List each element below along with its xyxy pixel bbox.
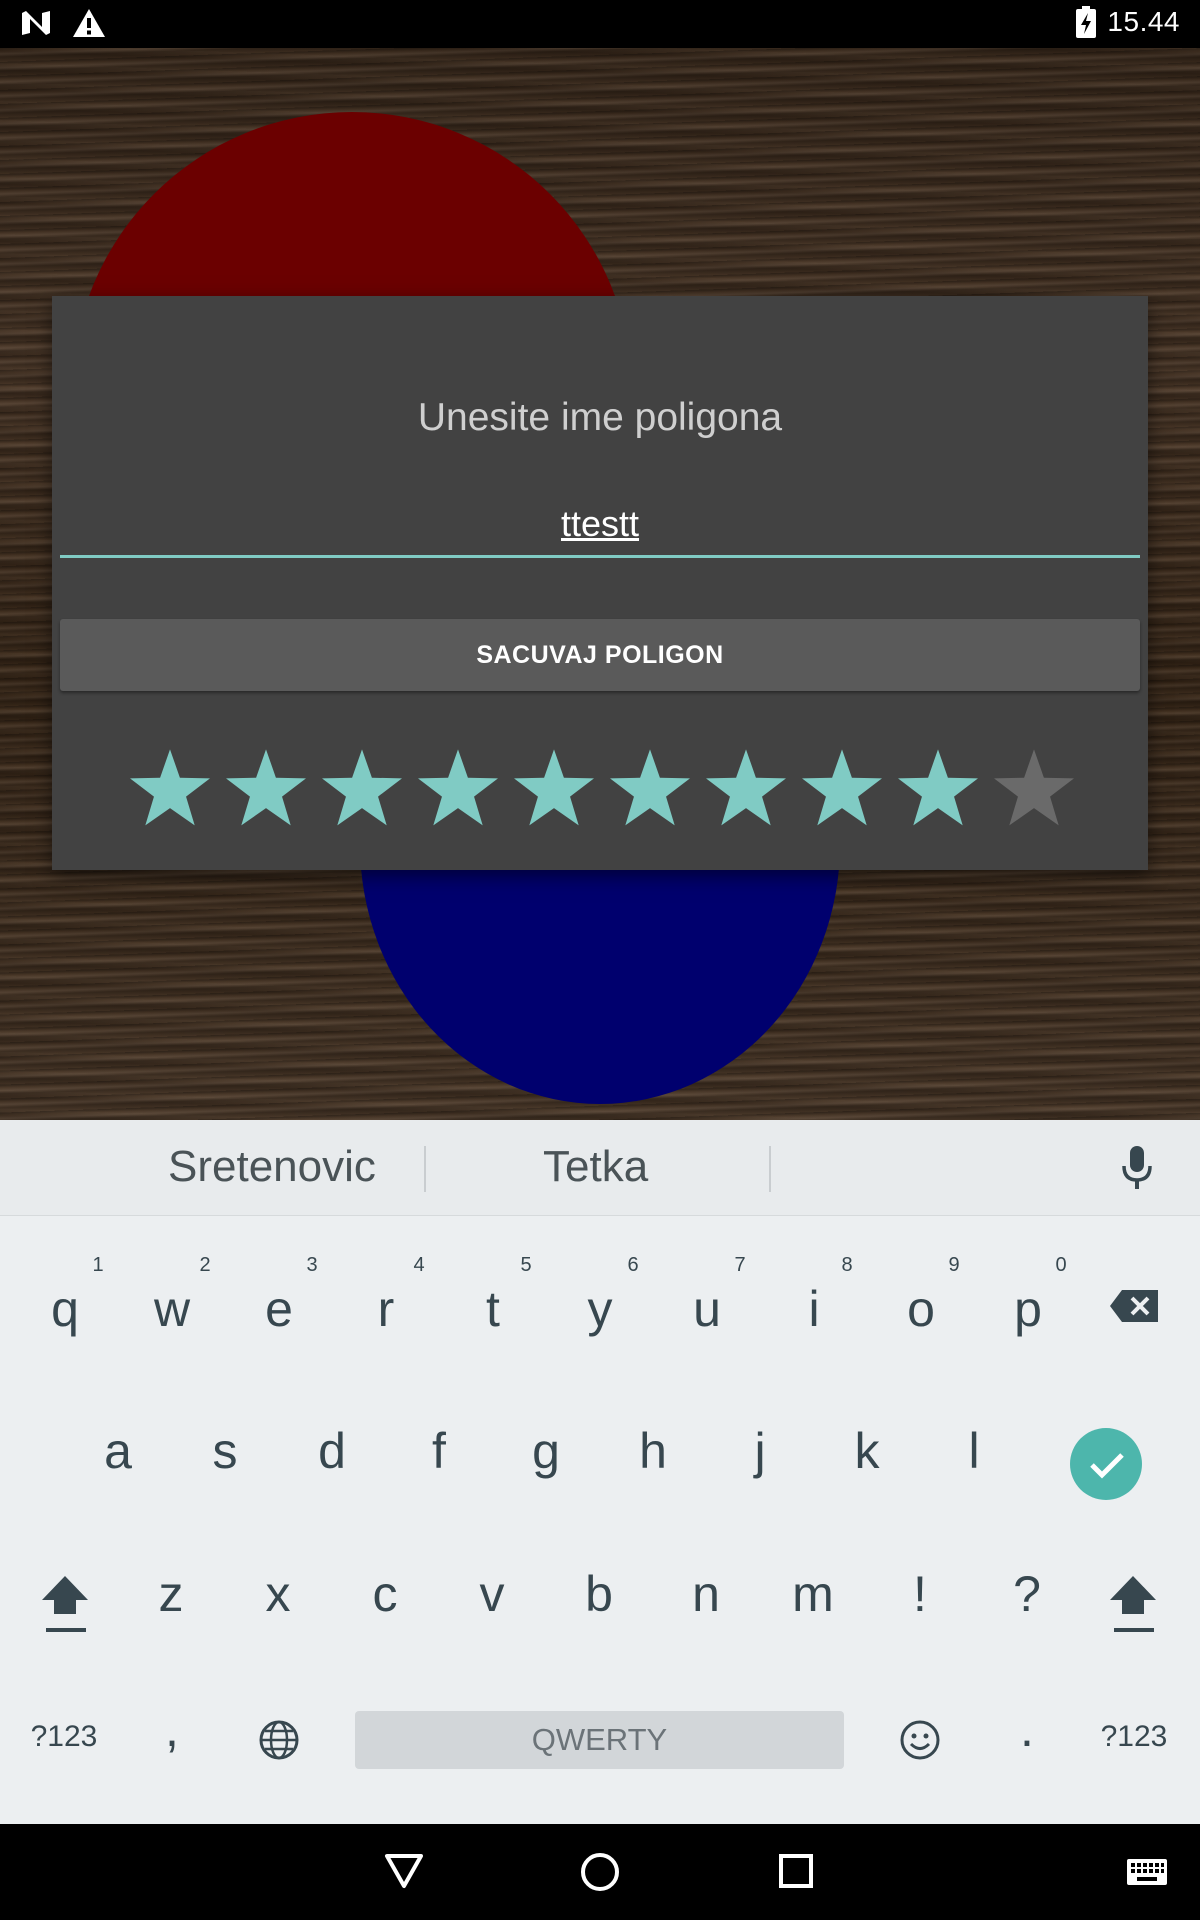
back-icon[interactable] [384,1850,424,1890]
space-bar[interactable]: QWERTY [355,1711,844,1769]
canvas-background[interactable]: Unesite ime poligona SACUVAJ POLIGON [0,48,1200,1120]
suggestion-divider [769,1146,771,1192]
rating-star-icon[interactable] [992,746,1076,830]
status-time: 15.44 [1107,6,1180,37]
shift-right-icon[interactable] [1108,1574,1158,1634]
polygon-name-dialog: Unesite ime poligona SACUVAJ POLIGON [52,296,1148,870]
globe-icon[interactable] [258,1719,300,1761]
suggestion-divider [424,1146,426,1192]
key-t[interactable]: t [453,1280,533,1338]
suggestion-strip: Sretenovic Tetka [0,1120,1200,1216]
key-m[interactable]: m [773,1565,853,1623]
notification-n-icon [22,11,50,35]
backspace-icon[interactable] [1108,1288,1160,1324]
rating-star-icon[interactable] [512,746,596,830]
emoji-icon[interactable] [899,1719,941,1761]
key-hint: 3 [306,1254,318,1276]
symbols-key-left[interactable]: ?123 [24,1720,104,1754]
enter-done-button[interactable] [1070,1428,1142,1500]
key-hint: 1 [92,1254,104,1276]
key-o[interactable]: o [881,1280,961,1338]
key-hint: 7 [734,1254,746,1276]
navigation-bar [0,1824,1200,1920]
key-hint: 6 [627,1254,639,1276]
rating-star-icon[interactable] [896,746,980,830]
status-bar: 15.44 [0,0,1200,48]
rating-star-icon[interactable] [224,746,308,830]
rating-bar[interactable] [128,746,1076,830]
key-question[interactable]: ? [987,1565,1067,1623]
key-h[interactable]: h [613,1422,693,1480]
key-exclamation[interactable]: ! [880,1565,960,1623]
key-y[interactable]: y [560,1280,640,1338]
keyboard-switch-icon[interactable] [1126,1858,1168,1886]
period-key[interactable]: . [987,1700,1067,1758]
home-icon[interactable] [579,1851,621,1893]
key-u[interactable]: u [667,1280,747,1338]
rating-star-icon[interactable] [128,746,212,830]
key-hint: 9 [948,1254,960,1276]
key-s[interactable]: s [185,1422,265,1480]
key-l[interactable]: l [934,1422,1014,1480]
rating-star-icon[interactable] [320,746,404,830]
save-polygon-button[interactable]: SACUVAJ POLIGON [60,619,1140,691]
key-hint: 8 [841,1254,853,1276]
key-x[interactable]: x [238,1565,318,1623]
key-e[interactable]: e [239,1280,319,1338]
key-c[interactable]: c [345,1565,425,1623]
microphone-icon[interactable] [1120,1144,1154,1192]
polygon-name-input[interactable] [60,492,1140,558]
symbols-key-right[interactable]: ?123 [1094,1720,1174,1754]
battery-charging-icon [1076,6,1097,38]
rating-star-icon[interactable] [800,746,884,830]
key-j[interactable]: j [720,1422,800,1480]
key-g[interactable]: g [506,1422,586,1480]
key-v[interactable]: v [452,1565,532,1623]
key-hint: 4 [413,1254,425,1276]
comma-key[interactable]: , [132,1700,212,1758]
rating-star-icon[interactable] [608,746,692,830]
key-w[interactable]: w [132,1280,212,1338]
key-a[interactable]: a [78,1422,158,1480]
rating-star-icon[interactable] [704,746,788,830]
rating-star-icon[interactable] [416,746,500,830]
suggestion-1[interactable]: Sretenovic [168,1142,376,1192]
key-hint: 5 [520,1254,532,1276]
key-n[interactable]: n [666,1565,746,1623]
key-hint: 2 [199,1254,211,1276]
soft-keyboard: Sretenovic Tetka q 1 w 2 e 3 r 4 t 5 y 6 u 7 i 8 o 9 p 0 as… [0,1120,1200,1824]
key-k[interactable]: k [827,1422,907,1480]
key-hint: 0 [1055,1254,1067,1276]
key-d[interactable]: d [292,1422,372,1480]
key-r[interactable]: r [346,1280,426,1338]
key-f[interactable]: f [399,1422,479,1480]
key-z[interactable]: z [131,1565,211,1623]
shift-left-icon[interactable] [40,1574,90,1634]
checkmark-icon [1090,1453,1124,1479]
key-b[interactable]: b [559,1565,639,1623]
dialog-title: Unesite ime poligona [417,396,783,439]
key-q[interactable]: q [25,1280,105,1338]
recents-icon[interactable] [778,1853,814,1889]
warning-icon [73,9,105,37]
key-i[interactable]: i [774,1280,854,1338]
suggestion-2[interactable]: Tetka [543,1142,648,1192]
key-p[interactable]: p [988,1280,1068,1338]
